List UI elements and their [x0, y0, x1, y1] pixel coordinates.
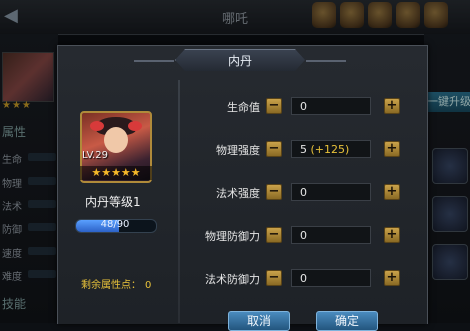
exp-current: 48	[100, 219, 114, 230]
stat-bonus: (+125)	[307, 143, 350, 156]
exp-max: 90	[116, 219, 130, 230]
stat-value: 0	[300, 186, 307, 199]
stat-label: 物理防御力	[205, 230, 260, 243]
remaining-points-label: 剩余属性点：	[81, 280, 141, 291]
stat-value: 0	[300, 100, 307, 113]
remaining-points: 剩余属性点： 0	[81, 276, 151, 291]
hero-ribbon	[128, 121, 142, 131]
hero-level-label: LV.29	[82, 150, 108, 161]
increase-button[interactable]: +	[384, 270, 400, 286]
increase-button[interactable]: +	[384, 141, 400, 157]
cancel-button[interactable]: 取消	[228, 311, 290, 331]
decrease-button[interactable]: −	[266, 227, 282, 243]
stat-label: 法术防御力	[205, 273, 260, 286]
stat-value-field[interactable]: 5 (+125)	[291, 140, 371, 158]
decrease-button[interactable]: −	[266, 270, 282, 286]
stat-row-hp: 生命值 − 0 +	[180, 97, 410, 117]
dialog-title: 内丹	[227, 54, 252, 68]
hero-star-rating: ★★★★★	[80, 166, 152, 180]
stat-value-field[interactable]: 0	[291, 97, 371, 115]
title-decoration	[306, 60, 346, 62]
hero-ribbon	[90, 121, 104, 131]
stat-row-magic-defense: 法术防御力 − 0 +	[180, 269, 410, 289]
stat-value: 0	[300, 272, 307, 285]
stat-label: 物理强度	[216, 144, 260, 157]
stat-row-physical-defense: 物理防御力 − 0 +	[180, 226, 410, 246]
stat-row-magic-power: 法术强度 − 0 +	[180, 183, 410, 203]
stat-label: 法术强度	[216, 187, 260, 200]
stat-row-physical-power: 物理强度 − 5 (+125) +	[180, 140, 410, 160]
stat-label: 生命值	[227, 101, 260, 114]
stat-value-field[interactable]: 0	[291, 183, 371, 201]
title-decoration	[134, 60, 174, 62]
confirm-button[interactable]: 确定	[316, 311, 378, 331]
exp-progress-text: 48/90	[75, 219, 155, 231]
stat-value: 0	[300, 229, 307, 242]
stat-value: 5	[300, 143, 307, 156]
dialog-title-plate: 内丹	[175, 49, 305, 73]
decrease-button[interactable]: −	[266, 184, 282, 200]
increase-button[interactable]: +	[384, 227, 400, 243]
remaining-points-value: 0	[145, 280, 152, 291]
increase-button[interactable]: +	[384, 184, 400, 200]
stat-value-field[interactable]: 0	[291, 226, 371, 244]
decrease-button[interactable]: −	[266, 141, 282, 157]
stat-value-field[interactable]: 0	[291, 269, 371, 287]
increase-button[interactable]: +	[384, 98, 400, 114]
inner-dan-level: 内丹等级1	[85, 195, 141, 209]
decrease-button[interactable]: −	[266, 98, 282, 114]
